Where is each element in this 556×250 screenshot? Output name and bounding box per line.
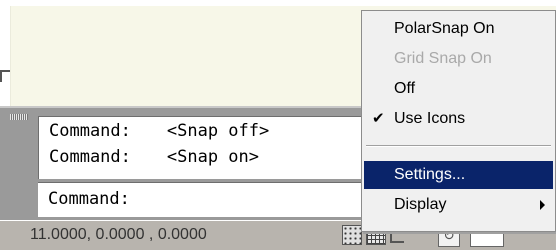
history-prompt: Command:: [49, 121, 131, 141]
command-input-prompt: Command:: [48, 189, 130, 209]
coordinate-readout[interactable]: 11.0000, 0.0000 , 0.0000: [30, 226, 207, 244]
menu-item-polarsnap-on[interactable]: PolarSnap On: [364, 15, 553, 43]
menu-item-off[interactable]: Off: [364, 75, 553, 103]
menu-item-settings[interactable]: Settings...: [364, 161, 553, 189]
history-prompt: Command:: [49, 147, 131, 167]
snap-context-menu: PolarSnap On Grid Snap On Off ✔ Use Icon…: [361, 10, 556, 232]
menu-item-grid-snap-on: Grid Snap On: [364, 45, 553, 73]
history-message: <Snap off>: [166, 121, 270, 141]
menu-item-label: Settings...: [394, 166, 466, 183]
menu-item-label: Off: [394, 80, 416, 97]
submenu-arrow-icon: [540, 200, 545, 210]
menu-item-label: Display: [394, 196, 447, 213]
ucs-icon-fragment: [0, 70, 10, 82]
menu-item-display[interactable]: Display: [364, 191, 553, 219]
history-message: <Snap on>: [166, 147, 260, 167]
menu-item-label: Grid Snap On: [394, 50, 492, 67]
menu-item-label: Use Icons: [394, 110, 466, 127]
menu-item-label: PolarSnap On: [394, 20, 495, 37]
history-line: Command: <Snap off>: [49, 119, 269, 143]
history-line: Command: <Snap on>: [49, 145, 259, 169]
application-window: Command: <Snap off> Command: <Snap on> Com…: [0, 0, 556, 250]
menu-separator: [366, 145, 551, 147]
checkmark-icon: ✔: [372, 110, 385, 127]
command-window-grip-handle[interactable]: [10, 114, 28, 120]
snap-icon[interactable]: [342, 225, 362, 245]
menu-item-use-icons[interactable]: ✔ Use Icons: [364, 105, 553, 133]
